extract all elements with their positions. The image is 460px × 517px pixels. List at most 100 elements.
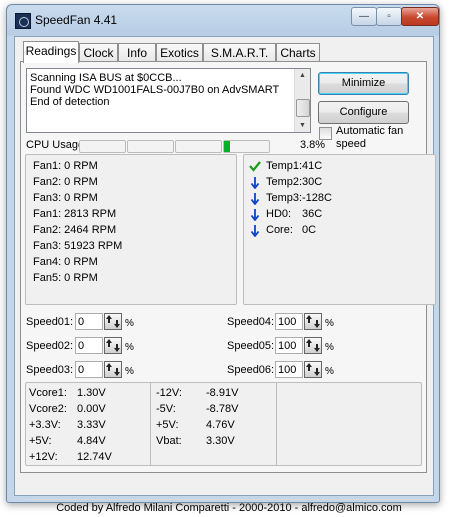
- voltage-label: Vcore1:: [29, 387, 67, 399]
- status-bar: Coded by Alfredo Milani Comparetti - 200…: [26, 499, 432, 516]
- fan-reading: Fan4: 0 RPM: [33, 256, 98, 268]
- cpu-usage-percent: 3.8%: [300, 139, 326, 151]
- log-line: Found WDC WD1001FALS-00J7B0 on AdvSMART: [30, 84, 280, 96]
- percent-sign: %: [125, 366, 134, 377]
- percent-sign: %: [125, 318, 134, 329]
- spinner-arrows-icon: [306, 339, 320, 352]
- log-scrollbar[interactable]: ▲ ▼: [294, 69, 310, 132]
- tab-clock[interactable]: Clock: [79, 43, 118, 62]
- voltage-label: +12V:: [29, 451, 58, 463]
- voltage-value: 4.84V: [77, 435, 106, 447]
- down-arrow-icon: [250, 209, 260, 221]
- tab-info[interactable]: Info: [118, 43, 156, 62]
- minimize-window-button[interactable]: —: [351, 7, 377, 26]
- fan-reading: Fan2: 0 RPM: [33, 176, 98, 188]
- spinner-arrows-icon: [306, 363, 320, 376]
- voltage-value: -8.91V: [206, 387, 239, 399]
- percent-sign: %: [325, 318, 334, 329]
- voltage-label: -12V:: [156, 387, 182, 399]
- fan-reading: Fan5: 0 RPM: [33, 272, 98, 284]
- voltage-label: +3.3V:: [29, 419, 61, 431]
- fan-readings-box: Fan1: 0 RPM Fan2: 0 RPM Fan3: 0 RPM Fan1…: [25, 154, 237, 305]
- minimize-button[interactable]: Minimize: [318, 72, 409, 95]
- voltage-value: 12.74V: [77, 451, 112, 463]
- temp-value: 30C: [302, 176, 323, 188]
- percent-sign: %: [325, 366, 334, 377]
- speed04-spinner[interactable]: [304, 313, 322, 330]
- temp-value: 36C: [302, 208, 323, 220]
- temp-label: HD0:: [266, 208, 292, 220]
- window-title: SpeedFan 4.41: [35, 13, 118, 27]
- speed06-spinner[interactable]: [304, 361, 322, 378]
- speed02-input[interactable]: 0: [75, 337, 103, 354]
- spinner-arrows-icon: [106, 315, 120, 328]
- close-window-button[interactable]: ✕: [401, 7, 439, 26]
- speed05-input[interactable]: 100: [275, 337, 303, 354]
- fan-reading: Fan3: 51923 RPM: [33, 240, 123, 252]
- spinner-arrows-icon: [106, 339, 120, 352]
- temp-value: 41C: [302, 160, 323, 172]
- speed04-input[interactable]: 100: [275, 313, 303, 330]
- voltage-value: 1.30V: [77, 387, 106, 399]
- cpu-meter-segment: [223, 140, 270, 153]
- temp-label: Temp2:: [266, 176, 303, 188]
- tab-smart[interactable]: S.M.A.R.T.: [203, 43, 276, 62]
- voltage-label: Vcore2:: [29, 403, 67, 415]
- temp-label: Temp1:: [266, 160, 303, 172]
- temperature-readings-box: Temp1: 41C Temp2: 30C Temp3: -128C HD0: …: [243, 154, 436, 305]
- temp-value: -128C: [302, 192, 332, 204]
- speed01-input[interactable]: 0: [75, 313, 103, 330]
- speed03-spinner[interactable]: [104, 361, 122, 378]
- cpu-meter-segment: [127, 140, 174, 153]
- down-arrow-icon: [250, 225, 260, 237]
- voltage-value: 3.33V: [77, 419, 106, 431]
- percent-sign: %: [325, 342, 334, 353]
- voltage-value: -8.78V: [206, 403, 239, 415]
- scroll-up-icon[interactable]: ▲: [296, 69, 309, 82]
- speedfan-window: SpeedFan 4.41 — ▫ ✕ Readings Clock Info …: [6, 4, 440, 514]
- configure-button[interactable]: Configure: [318, 101, 409, 124]
- scroll-down-icon[interactable]: ▼: [296, 119, 309, 132]
- voltage-value: 4.76V: [206, 419, 235, 431]
- cpu-meter-segment: [79, 140, 126, 153]
- fan-reading: Fan3: 0 RPM: [33, 192, 98, 204]
- log-line: End of detection: [30, 96, 110, 108]
- percent-sign: %: [125, 342, 134, 353]
- speedfan-app-icon: [15, 13, 31, 29]
- voltage-label: +5V:: [156, 419, 179, 431]
- voltage-label: +5V:: [29, 435, 52, 447]
- cpu-meter-segment: [175, 140, 222, 153]
- speed03-input[interactable]: 0: [75, 361, 103, 378]
- maximize-window-button[interactable]: ▫: [376, 7, 402, 26]
- temp-value: 0C: [302, 224, 317, 236]
- speed06-label: Speed06:: [227, 364, 275, 376]
- fan-reading: Fan1: 2813 RPM: [33, 208, 117, 220]
- voltage-readings-box: Vcore1: 1.30V Vcore2: 0.00V +3.3V: 3.33V…: [25, 382, 422, 466]
- voltage-label: Vbat:: [156, 435, 182, 447]
- detection-log[interactable]: Scanning ISA BUS at $0CCB... Found WDC W…: [26, 68, 311, 133]
- down-arrow-icon: [250, 193, 260, 205]
- automatic-fan-speed-label: Automatic fan speed: [336, 125, 404, 150]
- voltage-value: 3.30V: [206, 435, 235, 447]
- spinner-arrows-icon: [106, 363, 120, 376]
- cpu-usage-fill: [224, 141, 230, 152]
- spinner-arrows-icon: [306, 315, 320, 328]
- scrollbar-thumb[interactable]: [296, 99, 310, 117]
- tab-exotics[interactable]: Exotics: [156, 43, 203, 62]
- speed01-spinner[interactable]: [104, 313, 122, 330]
- speed05-spinner[interactable]: [304, 337, 322, 354]
- speed06-input[interactable]: 100: [275, 361, 303, 378]
- voltage-label: -5V:: [156, 403, 176, 415]
- temp-label: Core:: [266, 224, 293, 236]
- fan-reading: Fan1: 0 RPM: [33, 160, 98, 172]
- speed03-label: Speed03:: [26, 364, 74, 376]
- readings-panel: Scanning ISA BUS at $0CCB... Found WDC W…: [20, 61, 436, 514]
- title-bar[interactable]: SpeedFan 4.41 — ▫ ✕: [7, 5, 439, 35]
- check-icon: [249, 161, 261, 172]
- voltage-column-divider: [150, 383, 151, 465]
- cpu-usage-label: CPU Usage: [26, 139, 85, 151]
- tab-charts[interactable]: Charts: [276, 43, 320, 62]
- speed04-label: Speed04:: [227, 316, 275, 328]
- speed02-spinner[interactable]: [104, 337, 122, 354]
- tab-readings[interactable]: Readings: [23, 41, 79, 63]
